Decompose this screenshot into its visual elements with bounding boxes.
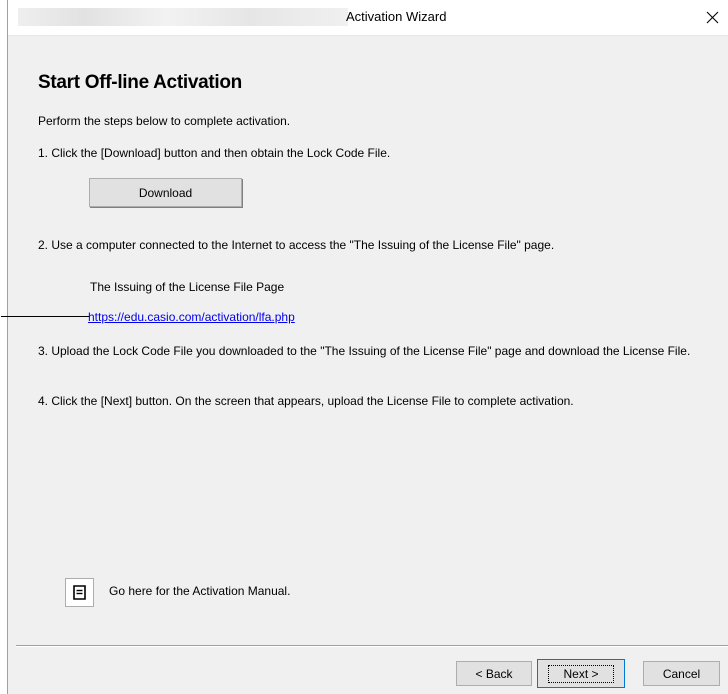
download-button[interactable]: Download: [89, 178, 242, 207]
step-4-text: 4. Click the [Next] button. On the scree…: [38, 394, 574, 408]
close-icon: [706, 11, 718, 23]
window-title: Activation Wizard: [346, 9, 447, 24]
step-1-text: 1. Click the [Download] button and then …: [38, 146, 391, 160]
license-page-label: The Issuing of the License File Page: [90, 280, 285, 294]
activation-manual-text: Go here for the Activation Manual.: [109, 584, 291, 598]
cancel-button[interactable]: Cancel: [643, 661, 720, 686]
document-icon: [73, 585, 86, 600]
callout-line: [1, 316, 89, 317]
step-3-text: 3. Upload the Lock Code File you downloa…: [38, 344, 691, 358]
license-file-link[interactable]: https://edu.casio.com/activation/lfa.php: [88, 310, 295, 324]
step-2-text: 2. Use a computer connected to the Inter…: [38, 238, 555, 252]
back-button[interactable]: < Back: [456, 661, 532, 686]
page-title: Start Off-line Activation: [38, 72, 242, 93]
title-bar: Activation Wizard: [8, 0, 728, 36]
wizard-window: Activation Wizard Start Off-line Activat…: [1, 0, 728, 694]
next-button-label: Next >: [548, 664, 614, 683]
activation-manual-button[interactable]: [65, 578, 94, 607]
intro-text: Perform the steps below to complete acti…: [38, 114, 291, 128]
title-bar-blurred-area: [18, 8, 348, 26]
close-button[interactable]: [695, 0, 728, 34]
footer-divider: [16, 645, 728, 647]
next-button[interactable]: Next >: [537, 659, 625, 688]
